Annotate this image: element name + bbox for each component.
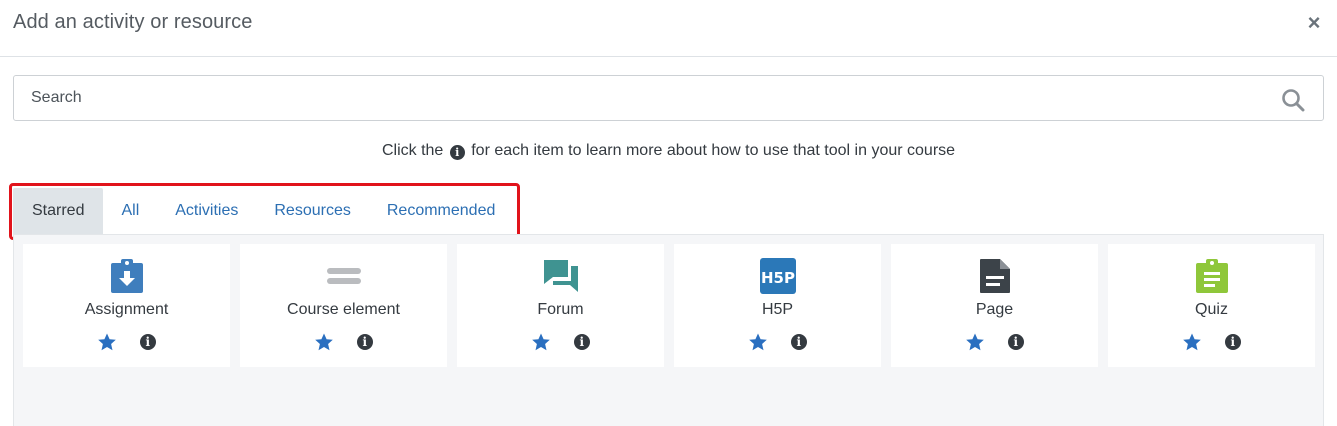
card-label: Forum	[537, 301, 584, 318]
card-course-element[interactable]: Course element i	[240, 244, 447, 367]
card-actions: i	[1108, 332, 1315, 352]
tab-all[interactable]: All	[103, 188, 157, 234]
course-element-icon	[327, 268, 361, 284]
tab-starred[interactable]: Starred	[13, 188, 104, 234]
page-icon	[980, 259, 1010, 293]
info-icon[interactable]: i	[790, 334, 807, 350]
close-button[interactable]: ×	[1305, 10, 1323, 36]
tab-activities[interactable]: Activities	[157, 188, 256, 234]
help-text-suffix: for each item to learn more about how to…	[471, 142, 956, 159]
modal-header: Add an activity or resource ×	[0, 0, 1337, 57]
info-icon: i	[449, 145, 465, 160]
card-actions: i	[240, 332, 447, 352]
info-icon[interactable]: i	[139, 334, 156, 350]
card-label: Course element	[287, 301, 400, 318]
card-actions: i	[457, 332, 664, 352]
quiz-icon	[1196, 259, 1228, 293]
star-icon[interactable]	[314, 332, 334, 352]
card-label: Page	[975, 301, 1014, 318]
card-quiz[interactable]: Quiz i	[1108, 244, 1315, 367]
tab-bar: Starred All Activities Resources Recomme…	[13, 188, 513, 234]
assignment-icon	[111, 259, 143, 293]
info-icon[interactable]: i	[356, 334, 373, 350]
card-forum[interactable]: Forum i	[457, 244, 664, 367]
card-label: H5P	[761, 301, 794, 318]
card-label: Quiz	[1195, 301, 1228, 318]
info-icon[interactable]: i	[573, 334, 590, 350]
help-text-prefix: Click the	[381, 142, 444, 159]
tab-resources[interactable]: Resources	[256, 188, 368, 234]
info-icon[interactable]: i	[1224, 334, 1241, 350]
card-list: Assignment i Course element i Forum i H5…	[23, 244, 1325, 367]
star-icon[interactable]	[97, 332, 117, 352]
card-label: Assignment	[84, 301, 169, 318]
card-actions: i	[891, 332, 1098, 352]
card-assignment[interactable]: Assignment i	[23, 244, 230, 367]
card-page[interactable]: Page i	[891, 244, 1098, 367]
card-actions: i	[674, 332, 881, 352]
search-input[interactable]	[14, 76, 1274, 120]
search-box	[13, 75, 1324, 121]
search-icon[interactable]	[1281, 88, 1305, 112]
help-text: Click the i for each item to learn more …	[0, 142, 1337, 160]
card-actions: i	[23, 332, 230, 352]
forum-icon	[544, 260, 578, 292]
info-icon[interactable]: i	[1007, 334, 1024, 350]
star-icon[interactable]	[531, 332, 551, 352]
star-icon[interactable]	[1182, 332, 1202, 352]
star-icon[interactable]	[965, 332, 985, 352]
svg-text:H5P: H5P	[761, 269, 795, 287]
tab-recommended[interactable]: Recommended	[369, 188, 514, 234]
card-h5p[interactable]: H5P H5P i	[674, 244, 881, 367]
h5p-icon: H5P	[760, 258, 796, 294]
modal-title: Add an activity or resource	[13, 11, 253, 33]
star-icon[interactable]	[748, 332, 768, 352]
